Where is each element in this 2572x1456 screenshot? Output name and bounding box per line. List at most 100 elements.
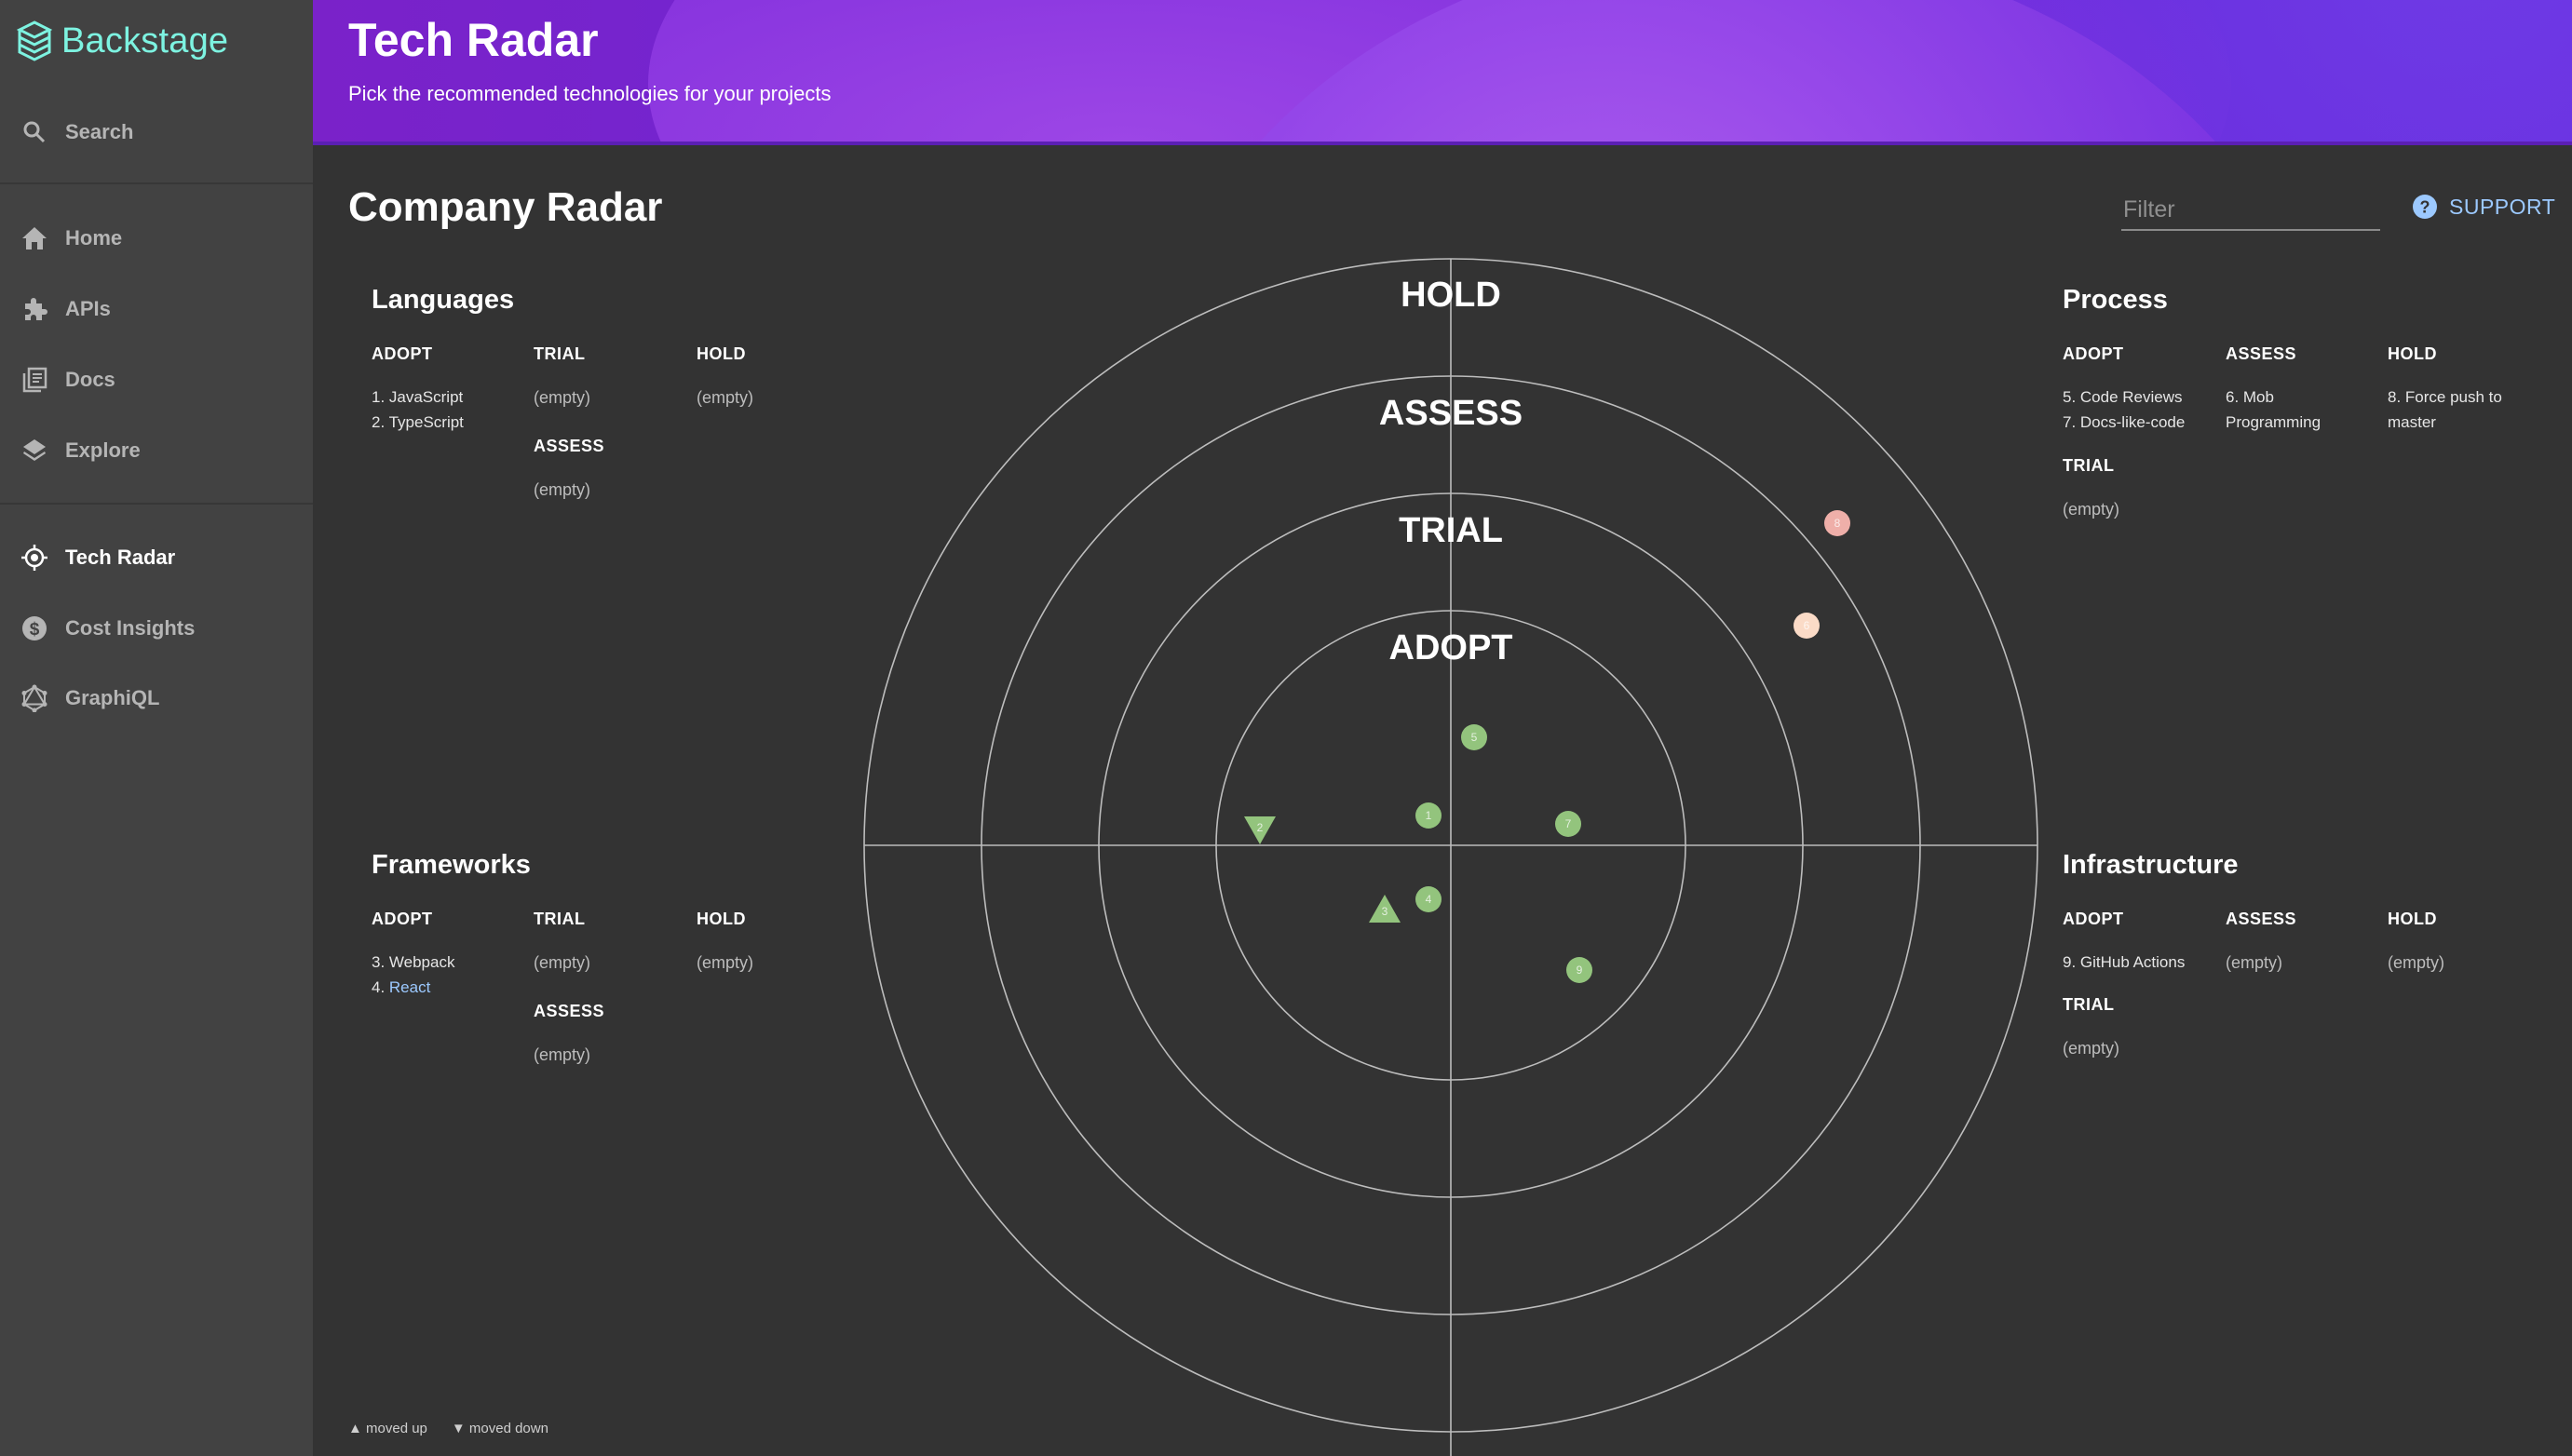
- entry-item[interactable]: 5. Code Reviews: [2063, 384, 2221, 410]
- ring-title: TRIAL: [534, 910, 586, 928]
- entry-link-react[interactable]: React: [389, 978, 430, 996]
- entry-item[interactable]: 9. GitHub Actions: [2063, 950, 2221, 975]
- ring-trial: TRIAL (empty): [2063, 456, 2221, 519]
- svg-text:?: ?: [2420, 198, 2430, 217]
- header-border: [313, 142, 2572, 145]
- ring-adopt: ADOPT 1. JavaScript 2. TypeScript: [372, 344, 530, 435]
- blip-number: 3: [1382, 905, 1388, 918]
- ring-label-adopt: ADOPT: [1389, 628, 1513, 667]
- ring-title: HOLD: [697, 910, 746, 928]
- ring-label-trial: TRIAL: [1399, 511, 1503, 550]
- ring-trial: TRIAL (empty): [534, 344, 692, 408]
- sidebar-item-cost-insights[interactable]: $ Cost Insights: [0, 600, 313, 656]
- entry-item[interactable]: 8. Force push to: [2388, 384, 2546, 410]
- ring-assess: ASSESS (empty): [2226, 910, 2384, 973]
- blip-9[interactable]: 9: [1566, 957, 1592, 983]
- sidebar-divider: [0, 182, 313, 184]
- ring-empty: (empty): [2226, 953, 2283, 972]
- blip-8[interactable]: 8: [1824, 510, 1850, 536]
- blip-7[interactable]: 7: [1555, 811, 1581, 837]
- entry-item[interactable]: 6. Mob: [2226, 384, 2384, 410]
- svg-text:$: $: [30, 620, 40, 640]
- blip-5[interactable]: 5: [1461, 724, 1487, 750]
- ring-empty: (empty): [534, 480, 591, 499]
- ring-assess: ASSESS (empty): [534, 1002, 692, 1065]
- quadrant-title: Frameworks: [372, 850, 531, 880]
- entry-item[interactable]: 3. Webpack: [372, 950, 530, 975]
- quadrant-title: Languages: [372, 285, 515, 315]
- content-title: Company Radar: [348, 184, 663, 230]
- blip-4[interactable]: 4: [1415, 886, 1442, 912]
- ring-hold: HOLD (empty): [697, 910, 855, 973]
- radar-blips: 1 2 3 4 5 7 9 6 8: [1244, 510, 1850, 983]
- ring-empty: (empty): [2063, 1039, 2120, 1058]
- entry-number: 4.: [372, 978, 389, 996]
- filter-input[interactable]: [2121, 190, 2384, 229]
- sidebar-item-explore[interactable]: Explore: [0, 423, 313, 479]
- ring-title: ASSESS: [2226, 344, 2297, 363]
- blip-number: 1: [1426, 809, 1432, 822]
- sidebar-item-label: Docs: [65, 368, 115, 391]
- ring-entries: 1. JavaScript 2. TypeScript: [372, 384, 530, 435]
- ring-title: TRIAL: [2063, 456, 2115, 475]
- ring-entries: 8. Force push to master: [2388, 384, 2546, 435]
- blip-2[interactable]: 2: [1244, 816, 1276, 844]
- entry-item[interactable]: master: [2388, 410, 2546, 435]
- sidebar-item-label: Tech Radar: [65, 546, 176, 569]
- ring-hold: HOLD (empty): [2388, 910, 2546, 973]
- entry-item[interactable]: 7. Docs-like-code: [2063, 410, 2221, 435]
- help-icon: ?: [2413, 195, 2437, 219]
- ring-empty: (empty): [534, 953, 591, 972]
- entry-item[interactable]: 2. TypeScript: [372, 410, 530, 435]
- blip-number: 5: [1471, 731, 1478, 744]
- blip-3[interactable]: 3: [1369, 895, 1401, 923]
- quadrant-title: Infrastructure: [2063, 850, 2239, 880]
- blip-1[interactable]: 1: [1415, 802, 1442, 829]
- entry-item[interactable]: 4. React: [372, 975, 530, 1000]
- ring-hold: HOLD (empty): [697, 344, 855, 408]
- ring-title: ADOPT: [2063, 344, 2124, 363]
- legend-moved-down: ▼ moved down: [451, 1421, 548, 1436]
- sidebar-item-docs[interactable]: Docs: [0, 352, 313, 408]
- ring-empty: (empty): [697, 388, 754, 407]
- sidebar-item-label: APIs: [65, 297, 111, 320]
- sidebar-item-tech-radar[interactable]: Tech Radar: [0, 530, 313, 586]
- graphql-icon: [20, 684, 48, 712]
- ring-label-assess: ASSESS: [1379, 394, 1523, 433]
- sidebar-item-label: Cost Insights: [65, 616, 196, 640]
- puzzle-icon: [20, 295, 48, 323]
- sidebar-item-apis[interactable]: APIs: [0, 281, 313, 337]
- blip-6[interactable]: 6: [1794, 613, 1820, 639]
- page-subtitle: Pick the recommended technologies for yo…: [348, 82, 832, 105]
- radar-legend: ▲ moved up ▼ moved down: [348, 1421, 548, 1436]
- entry-item[interactable]: 1. JavaScript: [372, 384, 530, 410]
- backstage-logo-icon: [17, 20, 52, 61]
- ring-label-hold: HOLD: [1401, 276, 1501, 315]
- sidebar-item-label: Explore: [65, 438, 141, 462]
- page-title: Tech Radar: [348, 14, 599, 66]
- backstage-logo[interactable]: Backstage: [17, 20, 228, 61]
- ring-title: HOLD: [697, 344, 746, 363]
- ring-empty: (empty): [2388, 953, 2445, 972]
- blip-number: 6: [1804, 619, 1810, 632]
- ring-title: HOLD: [2388, 344, 2437, 363]
- entry-item[interactable]: Programming: [2226, 410, 2384, 435]
- ring-hold: HOLD 8. Force push to master: [2388, 344, 2546, 435]
- support-button[interactable]: ? SUPPORT: [2412, 194, 2555, 220]
- dollar-icon: $: [20, 614, 48, 642]
- ring-title: HOLD: [2388, 910, 2437, 928]
- sidebar-divider: [0, 503, 313, 505]
- filter-field[interactable]: [2121, 190, 2384, 231]
- layers-icon: [20, 437, 48, 465]
- ring-title: TRIAL: [2063, 995, 2115, 1014]
- blip-number: 7: [1565, 817, 1572, 830]
- sidebar-item-home[interactable]: Home: [0, 210, 313, 266]
- sidebar-search[interactable]: Search: [0, 104, 313, 160]
- sidebar-item-graphiql[interactable]: GraphiQL: [0, 670, 313, 726]
- ring-empty: (empty): [534, 1045, 591, 1064]
- blip-number: 4: [1426, 893, 1432, 906]
- legend-moved-up: ▲ moved up: [348, 1421, 427, 1436]
- ring-entries: 9. GitHub Actions: [2063, 950, 2221, 975]
- ring-adopt: ADOPT 3. Webpack 4. React: [372, 910, 530, 1000]
- ring-title: ADOPT: [372, 910, 433, 928]
